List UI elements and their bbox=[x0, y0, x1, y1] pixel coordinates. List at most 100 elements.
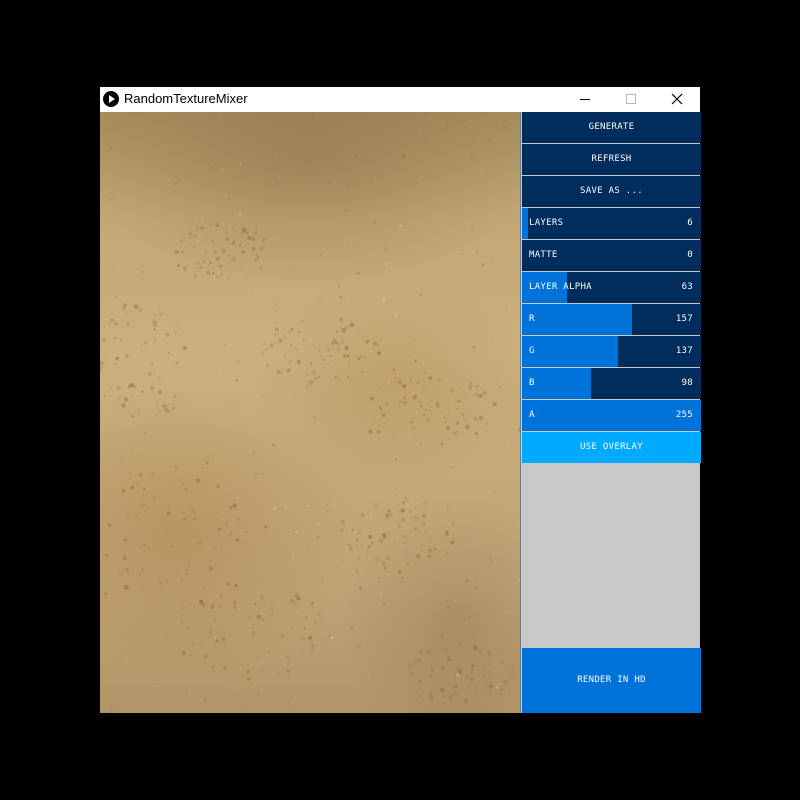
speckle bbox=[444, 407, 447, 410]
speckle bbox=[463, 698, 468, 704]
speckle bbox=[143, 341, 148, 345]
slider-value: 63 bbox=[681, 282, 693, 292]
speckle bbox=[418, 650, 423, 655]
speckle bbox=[471, 227, 475, 231]
speckle bbox=[114, 295, 117, 298]
speckle bbox=[448, 413, 451, 415]
alpha-slider[interactable]: A 255 bbox=[522, 400, 701, 431]
red-slider[interactable]: R 157 bbox=[522, 304, 701, 335]
speckle bbox=[102, 337, 107, 342]
speckle bbox=[446, 426, 451, 431]
speckle bbox=[444, 421, 448, 424]
speckle bbox=[135, 337, 137, 339]
speckle bbox=[179, 349, 181, 352]
speckle bbox=[215, 133, 219, 137]
speckle bbox=[469, 152, 473, 156]
speckle bbox=[103, 354, 106, 357]
speckle bbox=[456, 397, 459, 401]
speckle bbox=[337, 378, 341, 382]
speckle bbox=[286, 655, 290, 659]
speckle bbox=[474, 392, 479, 397]
speckle bbox=[367, 357, 369, 359]
speckle bbox=[505, 610, 507, 612]
speckle bbox=[195, 260, 200, 266]
speckle bbox=[252, 247, 255, 250]
speckle bbox=[492, 402, 497, 407]
speckle bbox=[445, 532, 449, 537]
blue-slider[interactable]: B 98 bbox=[522, 368, 701, 399]
speckle bbox=[396, 433, 398, 436]
speckle bbox=[103, 325, 105, 327]
speckle bbox=[395, 322, 397, 324]
speckle bbox=[175, 175, 179, 178]
speckle bbox=[266, 363, 269, 367]
speckle bbox=[420, 543, 424, 546]
use-overlay-toggle[interactable]: USE OVERLAY bbox=[522, 432, 701, 463]
speckle bbox=[421, 522, 426, 527]
layers-slider[interactable]: LAYERS 6 bbox=[522, 208, 701, 239]
speckle bbox=[394, 313, 398, 317]
speckle bbox=[156, 697, 159, 699]
speckle bbox=[252, 230, 258, 235]
speckle bbox=[200, 218, 204, 222]
speckle bbox=[400, 576, 404, 580]
speckle bbox=[450, 693, 454, 697]
speckle bbox=[382, 297, 386, 301]
speckle bbox=[103, 395, 106, 398]
speckle bbox=[357, 645, 361, 649]
speckle bbox=[417, 400, 422, 404]
speckle bbox=[296, 597, 299, 600]
speckle bbox=[409, 379, 412, 383]
speckle bbox=[208, 260, 213, 264]
speckle bbox=[271, 645, 273, 647]
speckle bbox=[368, 534, 373, 539]
speckle bbox=[228, 254, 231, 257]
green-slider[interactable]: G 137 bbox=[522, 336, 701, 367]
speckle bbox=[372, 676, 375, 679]
speckle bbox=[282, 336, 285, 340]
speckle bbox=[251, 236, 256, 241]
speckle bbox=[377, 344, 379, 346]
speckle bbox=[153, 328, 156, 331]
title-bar[interactable]: RandomTextureMixer bbox=[100, 87, 700, 112]
speckle bbox=[286, 368, 291, 373]
speckle bbox=[156, 403, 159, 406]
speckle bbox=[499, 685, 504, 689]
speckle bbox=[361, 371, 364, 374]
speckle bbox=[183, 345, 188, 351]
matte-slider[interactable]: MATTE 0 bbox=[522, 240, 701, 271]
speckle bbox=[203, 587, 206, 590]
speckle bbox=[158, 409, 161, 413]
render-in-hd-button[interactable]: RENDER IN HD bbox=[522, 648, 701, 713]
speckle bbox=[179, 453, 181, 455]
speckle bbox=[404, 496, 407, 500]
speckle bbox=[478, 415, 484, 421]
speckle bbox=[247, 235, 252, 241]
speckle bbox=[205, 227, 208, 230]
speckle bbox=[440, 647, 443, 650]
layer-alpha-slider[interactable]: LAYER ALPHA 63 bbox=[522, 272, 701, 303]
speckle bbox=[295, 347, 299, 351]
minimize-button[interactable] bbox=[562, 87, 608, 112]
speckle bbox=[111, 266, 114, 269]
generate-button[interactable]: GENERATE bbox=[522, 112, 701, 143]
save-as-button[interactable]: SAVE AS ... bbox=[522, 176, 701, 207]
speckle bbox=[276, 121, 279, 124]
slider-value: 0 bbox=[687, 250, 693, 260]
speckle bbox=[371, 421, 375, 426]
speckle bbox=[240, 230, 246, 236]
speckle bbox=[378, 351, 381, 353]
speckle bbox=[357, 557, 360, 560]
speckle bbox=[332, 502, 336, 506]
maximize-button[interactable] bbox=[608, 87, 654, 112]
speckle bbox=[470, 667, 474, 672]
close-button[interactable] bbox=[654, 87, 700, 112]
speckle bbox=[351, 528, 354, 532]
speckle bbox=[246, 230, 250, 234]
speckle bbox=[456, 673, 460, 677]
speckle bbox=[455, 407, 459, 411]
speckle bbox=[213, 250, 218, 254]
texture-preview-canvas bbox=[100, 112, 520, 713]
speckle bbox=[415, 175, 418, 177]
refresh-button[interactable]: REFRESH bbox=[522, 144, 701, 175]
